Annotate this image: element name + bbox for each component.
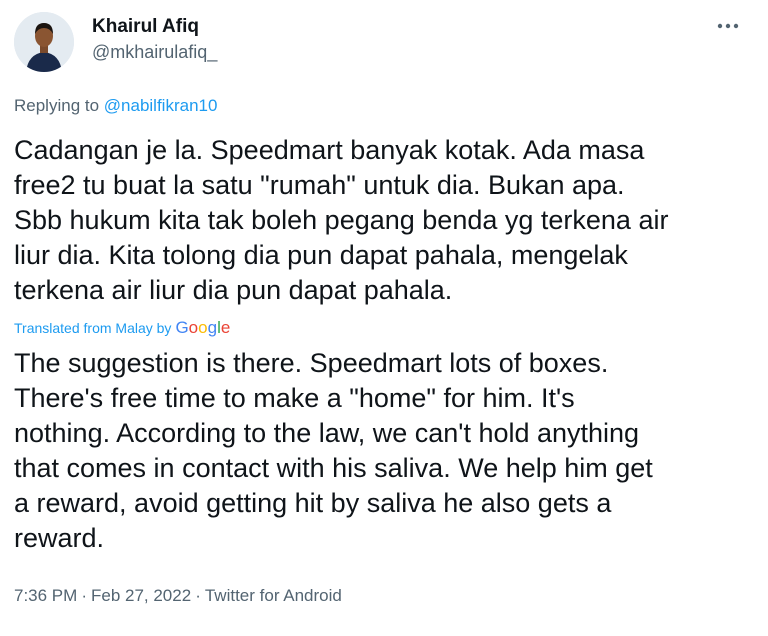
tweet-metadata: 7:36 PM · Feb 27, 2022 · Twitter for And… [14,586,342,606]
translation-attribution-label: Translated from Malay by [14,320,172,336]
display-name[interactable]: Khairul Afiq [92,16,199,38]
tweet-date[interactable]: Feb 27, 2022 [91,586,191,606]
tweet-time[interactable]: 7:36 PM [14,586,77,606]
more-options-icon [717,23,739,29]
google-logo-letter: o [198,318,208,337]
meta-separator: · [195,586,201,605]
more-options-button[interactable] [712,14,744,38]
google-logo: Google [175,318,230,338]
tweet-original-text: Cadangan je la. Speedmart banyak kotak. … [14,135,669,305]
translation-attribution[interactable]: Translated from Malay by Google [14,318,230,338]
replying-to-label: Replying to [14,96,104,115]
google-logo-letter: e [220,318,231,337]
tweet-translation-text: The suggestion is there. Speedmart lots … [14,348,653,553]
meta-separator: · [81,586,87,605]
reply-mention-link[interactable]: @nabilfikran10 [104,96,218,115]
user-handle[interactable]: @mkhairulafiq_ [92,42,217,63]
tweet-header: Khairul Afiq @mkhairulafiq_ [14,12,754,76]
google-logo-letter: G [175,318,189,337]
avatar-image [14,12,74,72]
google-logo-letter: o [188,318,199,337]
tweet-source[interactable]: Twitter for Android [205,586,342,606]
avatar[interactable] [14,12,74,72]
google-logo-letter: g [207,318,218,337]
tweet-card: Khairul Afiq @mkhairulafiq_ Replying to … [0,0,768,636]
replying-to: Replying to @nabilfikran10 [14,96,217,116]
